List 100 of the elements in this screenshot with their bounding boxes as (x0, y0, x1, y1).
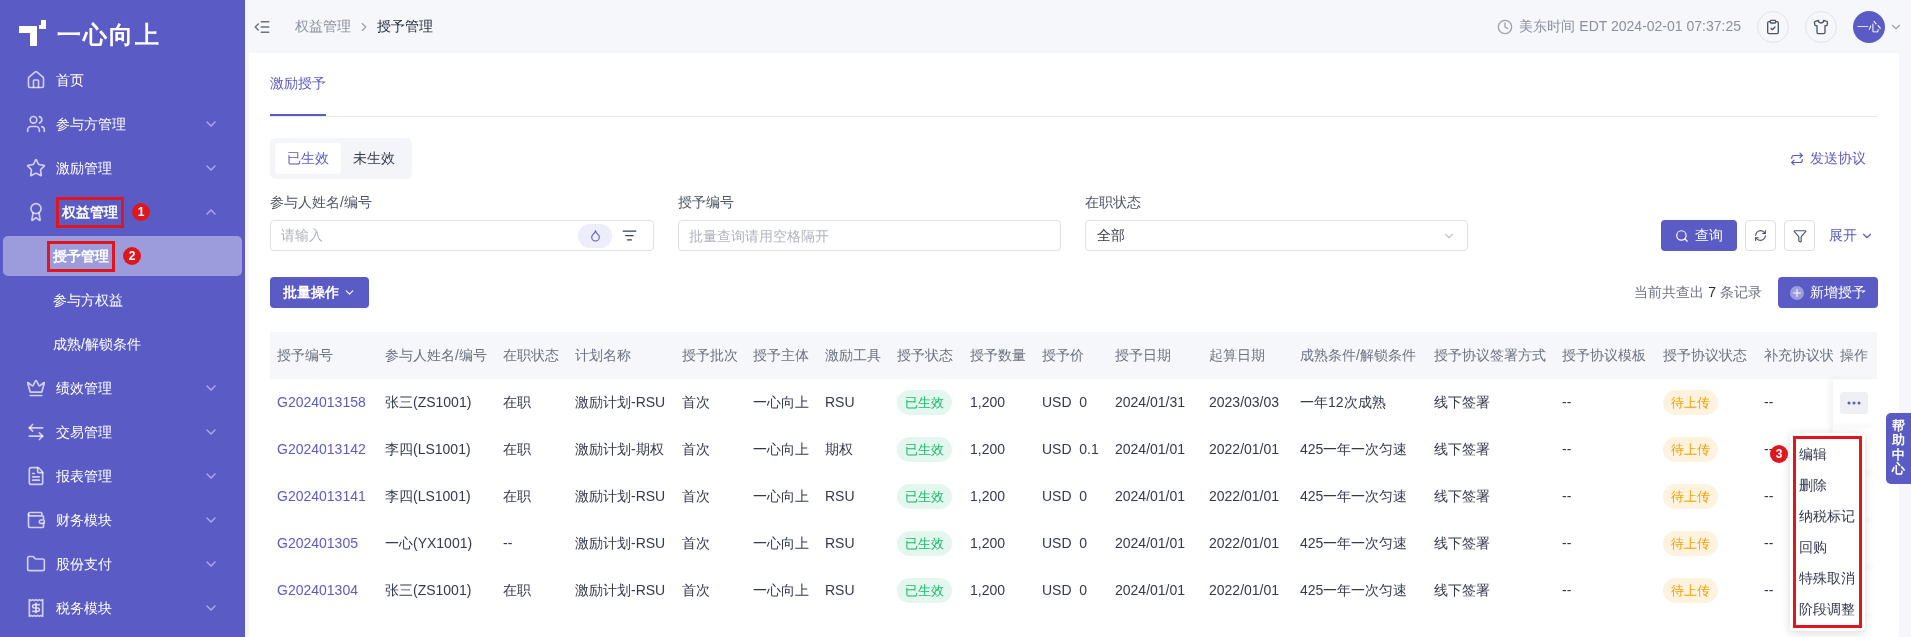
help-center-tab[interactable]: 帮助中心 (1886, 413, 1911, 485)
status-tag: 已生效 (897, 530, 952, 557)
sidebar-item[interactable]: 首页 (0, 58, 245, 102)
input-field[interactable]: 批量查询请用空格隔开 (678, 220, 1061, 251)
user-avatar[interactable]: 一心 (1853, 10, 1885, 43)
sidebar-item[interactable]: 参与方管理 (0, 102, 245, 146)
select-field[interactable]: 全部 (1085, 220, 1468, 251)
sidebar-item[interactable]: 财务模块 (0, 498, 245, 542)
table-cell: 2024/01/31 (1115, 394, 1186, 410)
sidebar-item[interactable]: 报表管理 (0, 454, 245, 498)
status-toggle-option[interactable]: 已生效 (275, 143, 341, 174)
column-header: 授予价 (1035, 332, 1108, 379)
table-cell: 2024/01/01 (1115, 441, 1186, 457)
table-cell: USD 0 (1042, 582, 1088, 598)
breadcrumb-item: 授予管理 (377, 17, 433, 36)
sidebar-item[interactable]: 税务模块 (0, 586, 245, 630)
clock-icon (1497, 18, 1514, 35)
batch-operation-button[interactable]: 批量操作 (270, 277, 369, 308)
shirt-icon (1813, 18, 1829, 35)
filter-label: 授予编号 (678, 193, 735, 212)
table-cell: 一年12次成熟 (1300, 394, 1386, 410)
table-cell: 2022/01/01 (1209, 535, 1280, 551)
table-cell: RSU (825, 488, 855, 504)
search-icon (1675, 228, 1689, 243)
breadcrumb-item[interactable]: 权益管理 (295, 16, 351, 37)
table-cell: 425一年一次匀速 (1300, 582, 1408, 598)
menu-item[interactable]: 纳税标记 (1796, 501, 1859, 532)
grant-number-link[interactable]: G2024013141 (277, 488, 366, 504)
menu-label: 绩效管理 (56, 378, 112, 398)
table-cell: 2024/01/01 (1115, 535, 1186, 551)
table-cell: 在职 (503, 488, 531, 504)
expand-link[interactable]: 展开 (1829, 225, 1874, 246)
page-tab[interactable]: 激励授予 (270, 73, 326, 116)
sidebar-item[interactable]: 权益管理 1 (0, 190, 245, 234)
table-cell: RSU (825, 535, 855, 551)
table-cell: 李四(LS1001) (385, 488, 471, 504)
sidebar-item[interactable]: 交易管理 (0, 410, 245, 454)
table-cell: 线下签署 (1434, 488, 1490, 504)
status-toggle-option[interactable]: 未生效 (341, 143, 407, 174)
column-header: 授予协议模板 (1555, 332, 1656, 379)
menu-item[interactable]: 阶段调整 (1796, 594, 1859, 625)
column-header: 成熟条件/解锁条件 (1293, 332, 1427, 379)
table-cell: 线下签署 (1434, 582, 1490, 598)
column-header: 补充协议状 (1757, 332, 1833, 379)
table-cell: 张三(ZS1001) (385, 582, 472, 598)
table-cell: 首次 (682, 441, 710, 457)
menu-label: 激励管理 (56, 158, 112, 178)
annotated-label: 授予管理 (47, 240, 115, 272)
table-cell: -- (1562, 488, 1572, 504)
sidebar-item[interactable]: 绩效管理 (0, 366, 245, 410)
table-cell: -- (1562, 535, 1572, 551)
menu-item[interactable]: 编辑 (1796, 439, 1859, 470)
list-icon[interactable] (622, 228, 637, 243)
table-cell: RSU (825, 394, 855, 410)
sidebar-item[interactable]: 股份支付 (0, 542, 245, 586)
table-cell: USD 0.1 (1042, 441, 1099, 457)
menu-item[interactable]: 回购 (1796, 532, 1859, 563)
plus-icon (1790, 285, 1804, 300)
status-tag: 待上传 (1663, 389, 1718, 416)
send-agreement-link[interactable]: 发送协议 (1790, 148, 1866, 169)
grant-number-link[interactable]: G2024013158 (277, 394, 366, 410)
status-tag: 待上传 (1663, 530, 1718, 557)
grant-number-link[interactable]: G202401304 (277, 582, 358, 598)
table-cell: -- (503, 535, 513, 551)
column-header: 授予协议签署方式 (1427, 332, 1555, 379)
column-header: 参与人姓名/编号 (378, 332, 496, 379)
column-header: 授予批次 (675, 332, 746, 379)
table-cell: -- (1562, 394, 1572, 410)
input-field[interactable]: 请输入 (270, 220, 654, 251)
grant-number-link[interactable]: G2024013142 (277, 441, 366, 457)
menu-item[interactable]: 删除 (1796, 470, 1859, 501)
submenu-item[interactable]: 成熟/解锁条件 (3, 324, 242, 364)
table-cell: 激励计划-RSU (575, 535, 666, 551)
add-grant-button[interactable]: 新增授予 (1778, 277, 1878, 308)
query-button[interactable]: 查询 (1661, 220, 1737, 251)
table-cell: 425一年一次匀速 (1300, 488, 1408, 504)
select-value: 全部 (1097, 226, 1125, 245)
reset-button[interactable] (1745, 220, 1776, 251)
annotated-label: 权益管理 (56, 196, 124, 228)
menu-label: 财务模块 (56, 510, 112, 530)
table-cell: 1,200 (970, 441, 1006, 457)
menu-item[interactable]: 特殊取消 (1796, 563, 1859, 594)
refresh-icon (1754, 229, 1767, 242)
table-cell: 2022/01/01 (1209, 488, 1280, 504)
droplet-button[interactable] (578, 223, 612, 248)
status-tag: 已生效 (897, 483, 952, 510)
sidebar-item[interactable]: 激励管理 (0, 146, 245, 190)
submenu-item[interactable]: 参与方权益 (3, 280, 242, 320)
grant-number-link[interactable]: G202401305 (277, 535, 358, 551)
submenu-item[interactable]: 授予管理 2 (3, 236, 242, 276)
annotation-badge: 3 (1770, 445, 1788, 463)
table-cell: 在职 (503, 394, 531, 410)
table-cell: 首次 (682, 394, 710, 410)
status-tag: 已生效 (897, 389, 952, 416)
filter-button[interactable] (1784, 220, 1815, 251)
filter-label: 在职状态 (1085, 193, 1142, 212)
filter-label: 参与人姓名/编号 (270, 193, 373, 212)
name-input[interactable]: 请输入 (281, 225, 578, 246)
column-header: 起算日期 (1202, 332, 1293, 379)
table-cell: 1,200 (970, 582, 1006, 598)
